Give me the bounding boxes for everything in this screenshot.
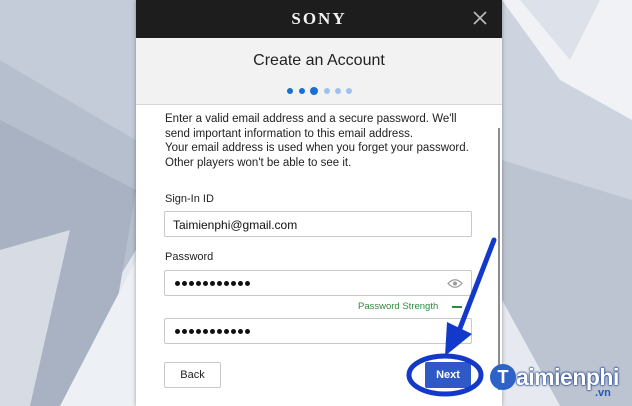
confirm-password-mask	[175, 329, 252, 335]
step-dot	[324, 88, 330, 94]
mask-dot	[245, 281, 250, 286]
watermark-suffix: .vn	[595, 387, 611, 399]
signin-id-value: Taimienphi@gmail.com	[173, 218, 298, 232]
mask-dot	[196, 281, 201, 286]
create-account-dialog: SONY Create an Account Enter a valid ema…	[136, 0, 502, 406]
page-title: Create an Account	[253, 52, 385, 69]
form-content: Enter a valid email address and a secure…	[136, 105, 502, 406]
password-strength-label: Password Strength	[358, 301, 439, 312]
mask-dot	[196, 329, 201, 334]
scrollbar[interactable]	[498, 128, 500, 390]
mask-dot	[189, 281, 194, 286]
sony-logo: SONY	[291, 9, 347, 28]
password-strength-bar	[452, 306, 462, 308]
signin-id-label: Sign-In ID	[165, 193, 214, 205]
mask-dot	[175, 329, 180, 334]
title-area: Create an Account	[136, 38, 502, 105]
mask-dot	[231, 329, 236, 334]
watermark-logo: T aimienphi .vn	[490, 362, 630, 399]
confirm-password-input[interactable]	[164, 318, 472, 344]
mask-dot	[175, 281, 180, 286]
mask-dot	[231, 281, 236, 286]
password-mask	[175, 281, 252, 287]
mask-dot	[238, 329, 243, 334]
intro-paragraph-1: Enter a valid email address and a secure…	[165, 113, 457, 140]
mask-dot	[203, 329, 208, 334]
password-input[interactable]	[164, 270, 472, 296]
show-password-eye-icon[interactable]	[447, 278, 463, 289]
mask-dot	[210, 329, 215, 334]
intro-text: Enter a valid email address and a secure…	[165, 112, 475, 170]
step-dot	[335, 88, 341, 94]
mask-dot	[182, 329, 187, 334]
mask-dot	[203, 281, 208, 286]
mask-dot	[217, 281, 222, 286]
dialog-header: SONY	[136, 0, 502, 38]
password-label: Password	[165, 251, 214, 263]
mask-dot	[238, 281, 243, 286]
watermark-initial: T	[490, 364, 516, 390]
signin-id-input[interactable]: Taimienphi@gmail.com	[164, 211, 472, 237]
step-dot-current	[310, 87, 318, 95]
mask-dot	[182, 281, 187, 286]
next-button[interactable]: Next	[425, 362, 471, 388]
mask-dot	[210, 281, 215, 286]
intro-paragraph-2: Your email address is used when you forg…	[165, 142, 469, 169]
step-dot	[299, 88, 305, 94]
back-button[interactable]: Back	[164, 362, 221, 388]
mask-dot	[224, 329, 229, 334]
close-icon[interactable]	[472, 10, 488, 26]
step-dot	[287, 88, 293, 94]
step-indicator	[287, 87, 357, 95]
mask-dot	[224, 281, 229, 286]
mask-dot	[189, 329, 194, 334]
mask-dot	[245, 329, 250, 334]
mask-dot	[217, 329, 222, 334]
step-dot	[346, 88, 352, 94]
